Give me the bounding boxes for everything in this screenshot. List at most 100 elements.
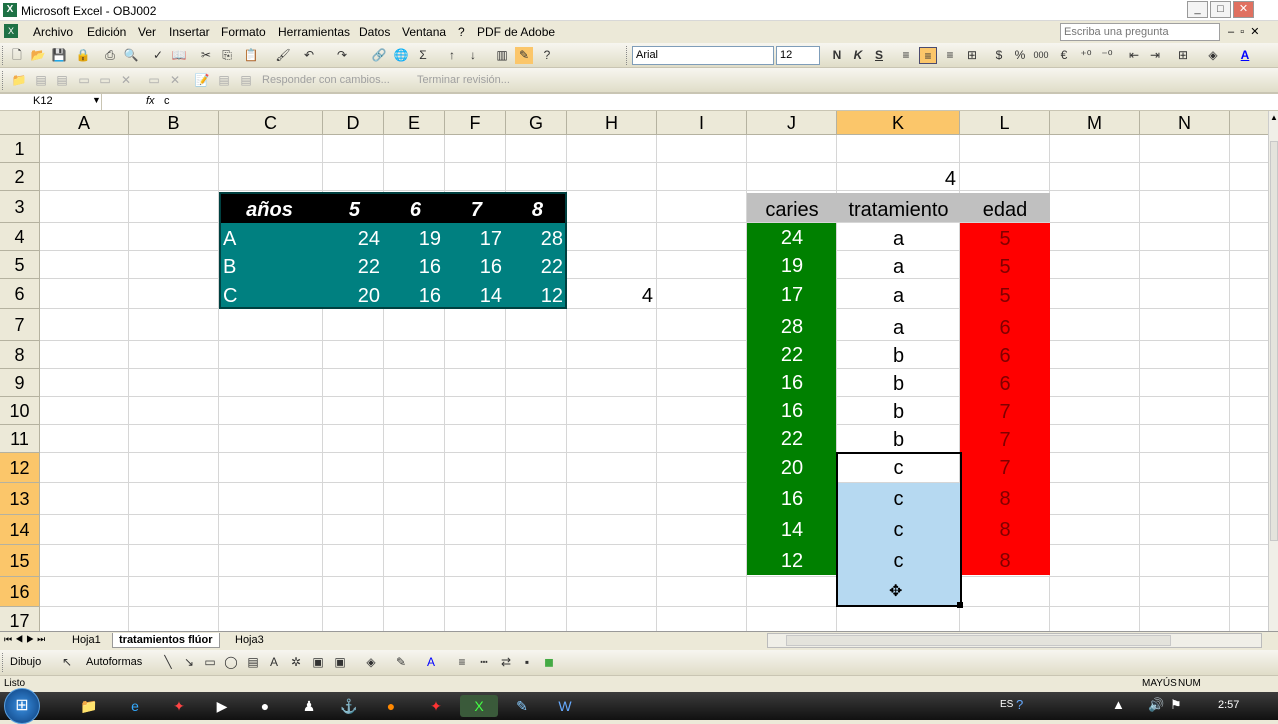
app-taskbar-icon[interactable]: ⚓ [330,695,368,717]
col-header-e[interactable]: E [384,111,445,135]
header-caries[interactable]: caries [747,200,837,220]
tab-hoja1[interactable]: Hoja1 [72,634,101,646]
clock[interactable]: 2:57 [1218,699,1239,711]
cell-f6[interactable]: 14 [445,286,502,306]
line-color-icon[interactable]: ✎ [392,654,410,671]
header-year-8[interactable]: 8 [506,200,543,220]
copy-icon[interactable]: ⎘ [218,47,236,64]
bold-icon[interactable]: N [828,47,846,64]
align-left-icon[interactable]: ≡ [897,47,915,64]
line-style-icon[interactable]: ≡ [453,654,471,671]
select-objects-icon[interactable]: ↖ [58,654,76,671]
cell-j15[interactable]: 12 [747,551,837,571]
app-taskbar-icon[interactable]: ● [246,695,284,717]
format-painter-icon[interactable]: 🖌 [274,47,292,64]
start-button[interactable]: ⊞ [4,688,40,724]
dash-style-icon[interactable]: ┅ [475,654,493,671]
font-color-icon[interactable]: A [1236,47,1254,64]
arrow-icon[interactable]: ↘ [180,654,198,671]
explorer-taskbar-icon[interactable]: 📁 [70,695,108,717]
web-icon[interactable]: 🌐 [392,47,410,64]
horizontal-scroll-thumb[interactable] [786,635,1171,646]
cell-d6[interactable]: 20 [323,286,380,306]
toolbar-grip[interactable] [626,46,629,65]
sort-asc-icon[interactable]: ↑ [443,47,461,64]
cell-l14[interactable]: 8 [960,520,1050,540]
row-header-2[interactable]: 2 [0,163,40,191]
cell-j11[interactable]: 22 [747,429,837,449]
menu-ventana[interactable]: Ventana [402,25,446,39]
row-header-8[interactable]: 8 [0,341,40,369]
decrease-decimal-icon[interactable]: ⁻⁰ [1098,47,1116,64]
tab-scroll-icons[interactable]: ⏮◀▶⏭ [4,634,48,645]
decrease-indent-icon[interactable]: ⇤ [1125,47,1143,64]
col-header-b[interactable]: B [129,111,219,135]
cell-g6[interactable]: 12 [506,286,563,306]
cell-e4[interactable]: 19 [384,229,441,249]
permission-icon[interactable]: 🔒 [74,47,92,64]
currency-style-icon[interactable]: $ [990,47,1008,64]
cell-g4[interactable]: 28 [506,229,563,249]
col-header-g[interactable]: G [506,111,567,135]
research-icon[interactable]: 📖 [170,47,188,64]
cell-l10[interactable]: 7 [960,402,1050,422]
name-box[interactable]: K12 [0,94,102,110]
col-header-k[interactable]: K [837,111,960,135]
autosum-icon[interactable]: Σ [414,47,432,64]
draw-menu[interactable]: Dibujo [10,656,41,668]
row-header-10[interactable]: 10 [0,397,40,425]
col-header-m[interactable]: M [1050,111,1140,135]
col-header-j[interactable]: J [747,111,837,135]
font-size-combo[interactable]: 12 [776,46,820,65]
app-taskbar-icon[interactable]: ✦ [160,695,198,717]
vertical-scrollbar[interactable]: ▲ [1268,111,1278,631]
cell-d5[interactable]: 22 [323,257,380,277]
folder-icon[interactable]: 📁 [10,72,28,89]
cell-e6[interactable]: 16 [384,286,441,306]
percent-icon[interactable]: % [1011,47,1029,64]
increase-indent-icon[interactable]: ⇥ [1146,47,1164,64]
review-icon[interactable]: ▭ [96,72,114,89]
close-button[interactable]: ✕ [1233,1,1254,18]
firefox-taskbar-icon[interactable]: ● [372,695,410,717]
action-center-icon[interactable]: ⚑ [1170,697,1182,713]
review-icon[interactable]: ✕ [117,72,135,89]
menu-edicion[interactable]: Edición [87,25,126,39]
oval-icon[interactable]: ◯ [222,654,240,671]
cell-l11[interactable]: 7 [960,430,1050,450]
row-label-b[interactable]: B [223,257,236,277]
col-header-d[interactable]: D [323,111,384,135]
cell-k15[interactable]: c [837,551,960,571]
euro-icon[interactable]: € [1055,47,1073,64]
review-icon[interactable]: ▭ [145,72,163,89]
cell-k13[interactable]: c [837,489,960,509]
col-header-i[interactable]: I [657,111,747,135]
cut-icon[interactable]: ✂ [197,47,215,64]
review-icon[interactable]: ▭ [75,72,93,89]
select-all-corner[interactable] [0,111,40,135]
row-header-17[interactable]: 17 [0,607,40,631]
fill-bucket-icon[interactable]: ◈ [362,654,380,671]
cell-k2[interactable]: 4 [837,169,956,189]
cell-k8[interactable]: b [837,346,960,366]
tab-tratamientos-fluor[interactable]: tratamientos flúor [112,633,220,648]
paste-icon[interactable]: 📋 [242,47,260,64]
cell-j8[interactable]: 22 [747,345,837,365]
cell-l8[interactable]: 6 [960,346,1050,366]
line-icon[interactable]: ╲ [159,654,177,671]
menu-pdf[interactable]: PDF de Adobe [477,25,555,39]
diagram-icon[interactable]: ✲ [287,654,305,671]
row-header-9[interactable]: 9 [0,369,40,397]
wordart-icon[interactable]: A [265,654,283,671]
print-preview-icon[interactable]: 🔍 [122,47,140,64]
row-header-5[interactable]: 5 [0,251,40,279]
cell-j7[interactable]: 28 [747,317,837,337]
header-year-6[interactable]: 6 [384,200,421,220]
volume-icon[interactable]: 🔊 [1148,697,1164,713]
arrow-style-icon[interactable]: ⇄ [497,654,515,671]
open-icon[interactable]: 📂 [29,47,47,64]
acrobat-taskbar-icon[interactable]: ✦ [417,695,455,717]
col-header-l[interactable]: L [960,111,1050,135]
review-icon[interactable]: ✕ [166,72,184,89]
cell-l15[interactable]: 8 [960,551,1050,571]
